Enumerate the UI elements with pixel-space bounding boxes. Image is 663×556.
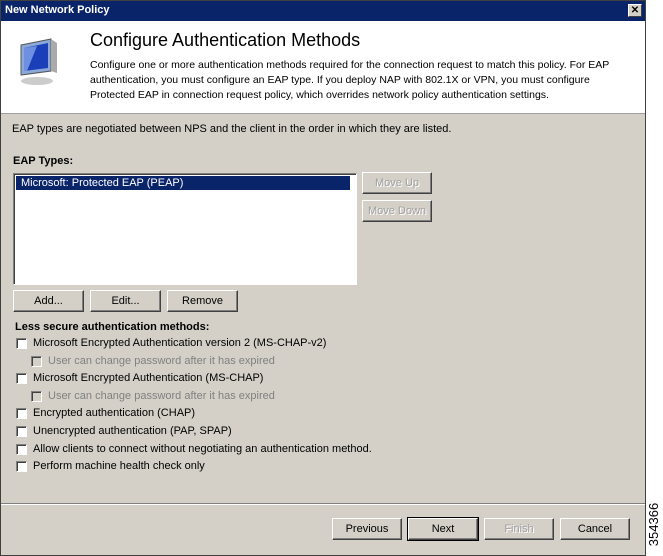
previous-button[interactable]: Previous	[332, 518, 402, 540]
checkbox-box	[16, 443, 27, 455]
checkbox-label: Encrypted authentication (CHAP)	[33, 407, 196, 419]
ms-chap-checkbox[interactable]: Microsoft Encrypted Authentication (MS-C…	[16, 372, 263, 384]
machine-health-check-checkbox[interactable]: Perform machine health check only	[16, 460, 205, 472]
checkbox-label: Unencrypted authentication (PAP, SPAP)	[33, 425, 232, 437]
cancel-button[interactable]: Cancel	[560, 518, 630, 540]
checkbox-label: User can change password after it has ex…	[48, 355, 275, 367]
move-down-button[interactable]: Move Down	[362, 200, 432, 222]
pap-spap-checkbox[interactable]: Unencrypted authentication (PAP, SPAP)	[16, 425, 232, 437]
checkbox-box	[31, 390, 42, 402]
computer-monitor-icon	[20, 38, 57, 85]
new-network-policy-dialog: New Network Policy ✕ Configure Authentic…	[0, 0, 646, 556]
figure-id: 354366	[646, 500, 662, 548]
checkbox-box	[16, 337, 27, 349]
eap-types-listbox[interactable]: Microsoft: Protected EAP (PEAP)	[13, 173, 357, 285]
page-description: Configure one or more authentication met…	[90, 59, 610, 101]
checkbox-box	[16, 460, 27, 472]
checkbox-label: Allow clients to connect without negotia…	[33, 443, 372, 455]
checkbox-box	[16, 407, 27, 419]
ms-chap-v2-checkbox[interactable]: Microsoft Encrypted Authentication versi…	[16, 337, 326, 349]
no-auth-method-checkbox[interactable]: Allow clients to connect without negotia…	[16, 443, 372, 455]
eap-type-item[interactable]: Microsoft: Protected EAP (PEAP)	[16, 176, 350, 190]
checkbox-label: User can change password after it has ex…	[48, 390, 275, 402]
eap-types-label: EAP Types:	[13, 155, 74, 167]
remove-button[interactable]: Remove	[167, 290, 238, 312]
ms-chap-v2-change-password-checkbox[interactable]: User can change password after it has ex…	[31, 355, 275, 367]
ms-chap-change-password-checkbox[interactable]: User can change password after it has ex…	[31, 390, 275, 402]
finish-button[interactable]: Finish	[484, 518, 554, 540]
checkbox-label: Perform machine health check only	[33, 460, 205, 472]
footer-divider	[1, 503, 645, 505]
wizard-header: Configure Authentication Methods Configu…	[1, 21, 645, 114]
eap-intro-text: EAP types are negotiated between NPS and…	[12, 123, 452, 135]
checkbox-box	[31, 355, 42, 367]
window-title: New Network Policy	[5, 4, 110, 16]
edit-button[interactable]: Edit...	[90, 290, 161, 312]
less-secure-label: Less secure authentication methods:	[15, 321, 210, 333]
close-button[interactable]: ✕	[628, 4, 642, 17]
checkbox-box	[16, 372, 27, 384]
move-up-button[interactable]: Move Up	[362, 172, 432, 194]
checkbox-label: Microsoft Encrypted Authentication versi…	[33, 337, 327, 349]
add-button[interactable]: Add...	[13, 290, 84, 312]
checkbox-label: Microsoft Encrypted Authentication (MS-C…	[33, 372, 264, 384]
figure-id-text: 354366	[646, 502, 662, 546]
next-button[interactable]: Next	[407, 517, 479, 541]
page-title: Configure Authentication Methods	[90, 30, 361, 50]
chap-checkbox[interactable]: Encrypted authentication (CHAP)	[16, 407, 195, 419]
checkbox-box	[16, 425, 27, 437]
title-bar: New Network Policy ✕	[1, 1, 645, 21]
